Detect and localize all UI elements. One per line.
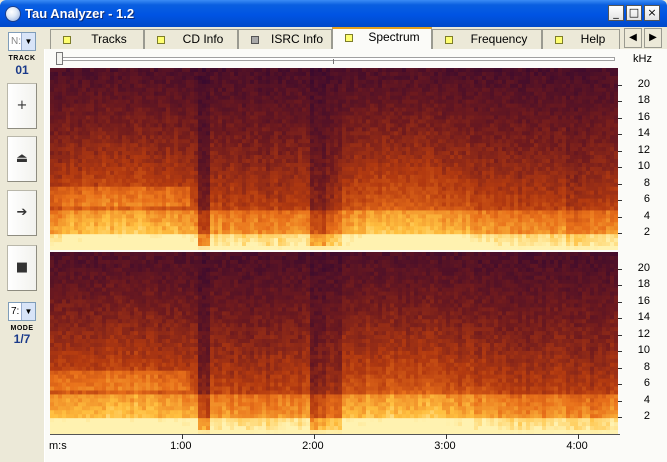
frequency-tick-label: 4	[643, 209, 650, 222]
time-tick-mark	[446, 434, 448, 439]
time-tick-label: 1:00	[170, 440, 192, 452]
frequency-tick-mark	[618, 351, 622, 353]
tab-frequency[interactable]: Frequency	[432, 29, 542, 49]
tab-scroll-right-icon[interactable]: ▶	[644, 28, 662, 48]
frequency-tick-mark	[618, 417, 622, 419]
frequency-tick-label: 2	[643, 410, 650, 423]
frequency-tick-mark	[618, 167, 622, 169]
chevron-down-icon[interactable]: ▼	[21, 303, 35, 320]
time-tick-label: 2:00	[302, 440, 324, 452]
spectrogram-channel-2[interactable]	[50, 252, 618, 434]
frequency-tick-mark	[618, 367, 622, 369]
mode-value: 1/7	[13, 332, 31, 346]
frequency-tick-label: 10	[637, 344, 650, 357]
eject-button[interactable]: ⏏	[7, 136, 37, 182]
frequency-tick-mark	[618, 334, 622, 336]
play-button[interactable]: ➔	[7, 190, 37, 236]
tab-label: Frequency	[470, 32, 528, 46]
window-title: Tau Analyzer - 1.2	[25, 6, 135, 21]
frequency-tick-label: 18	[637, 278, 650, 291]
chevron-down-icon[interactable]: ▼	[21, 33, 35, 50]
frequency-tick-label: 16	[637, 110, 650, 123]
frequency-tick-mark	[618, 301, 622, 303]
tab-label: Help	[580, 32, 606, 46]
frequency-tick-label: 20	[637, 77, 650, 90]
frequency-tick-mark	[618, 384, 622, 386]
time-tick-mark	[182, 434, 184, 439]
stop-button[interactable]: ■	[7, 245, 37, 291]
frequency-tick-label: 12	[637, 143, 650, 156]
track-number: 01	[15, 63, 29, 77]
spectrogram-channel-1[interactable]	[50, 68, 618, 250]
time-tick-label: 3:00	[434, 440, 456, 452]
eject-icon: ⏏	[15, 151, 29, 166]
tab-scroll-left-icon[interactable]: ◀	[624, 28, 642, 48]
tab-help[interactable]: Help	[542, 29, 620, 49]
frequency-tick-label: 16	[637, 294, 650, 307]
time-tick-mark	[314, 434, 316, 439]
frequency-tick-mark	[618, 400, 622, 402]
time-tick-mark	[578, 434, 580, 439]
tab-isrc-info[interactable]: ISRC Info	[238, 29, 332, 49]
frequency-tick-label: 12	[637, 327, 650, 340]
mode-select[interactable]: 7: ▼	[8, 302, 36, 321]
tab-label: CD Info	[182, 32, 224, 46]
control-panel: N: ▼ TRACK 01 + ⏏ ➔ ■ 7: ▼ MODE 1/7	[0, 27, 44, 462]
frequency-unit-label: kHz	[633, 53, 652, 65]
track-select[interactable]: N: ▼	[8, 32, 36, 51]
minimize-button[interactable]: _	[608, 5, 624, 21]
zoom-in-button[interactable]: +	[7, 83, 37, 129]
slider-tick	[333, 59, 334, 64]
frequency-tick-label: 10	[637, 160, 650, 173]
tab-label: Tracks	[91, 32, 127, 46]
tab-label: Spectrum	[368, 30, 420, 44]
app-icon	[5, 6, 21, 22]
frequency-tick-mark	[618, 285, 622, 287]
time-tick-label: 4:00	[566, 440, 588, 452]
title-bar[interactable]: Tau Analyzer - 1.2 _ □ ×	[0, 0, 667, 27]
frequency-tick-mark	[618, 318, 622, 320]
frequency-tick-mark	[618, 200, 622, 202]
frequency-tick-label: 20	[637, 261, 650, 274]
frequency-tick-mark	[618, 84, 622, 86]
frequency-tick-label: 4	[643, 393, 650, 406]
frequency-tick-mark	[618, 233, 622, 235]
frequency-tick-mark	[618, 150, 622, 152]
spectrogram-image	[50, 68, 618, 250]
frequency-tick-mark	[618, 268, 622, 270]
time-axis-label: m:s	[49, 440, 67, 452]
time-axis	[50, 434, 620, 435]
frequency-tick-label: 8	[643, 176, 650, 189]
mode-select-value: 7:	[11, 306, 20, 317]
frequency-tick-label: 6	[643, 377, 650, 390]
frequency-tick-label: 14	[637, 311, 650, 324]
frequency-tick-label: 8	[643, 360, 650, 373]
frequency-tick-mark	[618, 183, 622, 185]
frequency-tick-label: 2	[643, 226, 650, 239]
frequency-tick-mark	[618, 134, 622, 136]
tab-tracks[interactable]: Tracks	[50, 29, 144, 49]
frequency-tick-label: 18	[637, 94, 650, 107]
play-arrow-icon: ➔	[16, 205, 28, 220]
tab-spectrum[interactable]: Spectrum	[332, 27, 432, 50]
tab-strip: Tracks CD Info ISRC Info Spectrum Freque…	[44, 27, 667, 50]
tab-label: ISRC Info	[270, 32, 324, 46]
spectrum-panel: kHz 20 18 16 14 12 10 8 6 4 2 20 18 16 14 12 10 8 6 4 2 m:s…	[44, 49, 667, 462]
stop-icon: ■	[15, 260, 29, 275]
position-slider[interactable]	[57, 57, 615, 61]
mode-caption: MODE	[10, 325, 34, 332]
tab-cd-info[interactable]: CD Info	[144, 29, 238, 49]
track-select-value: N:	[11, 36, 21, 47]
frequency-tick-label: 6	[643, 193, 650, 206]
frequency-tick-mark	[618, 216, 622, 218]
frequency-tick-mark	[618, 117, 622, 119]
slider-thumb[interactable]	[56, 52, 63, 65]
close-button[interactable]: ×	[644, 5, 660, 21]
plus-icon: +	[16, 98, 28, 113]
spectrogram-image	[50, 252, 618, 434]
track-caption: TRACK	[8, 55, 36, 62]
maximize-button[interactable]: □	[626, 5, 642, 21]
frequency-tick-label: 14	[637, 127, 650, 140]
frequency-tick-mark	[618, 101, 622, 103]
